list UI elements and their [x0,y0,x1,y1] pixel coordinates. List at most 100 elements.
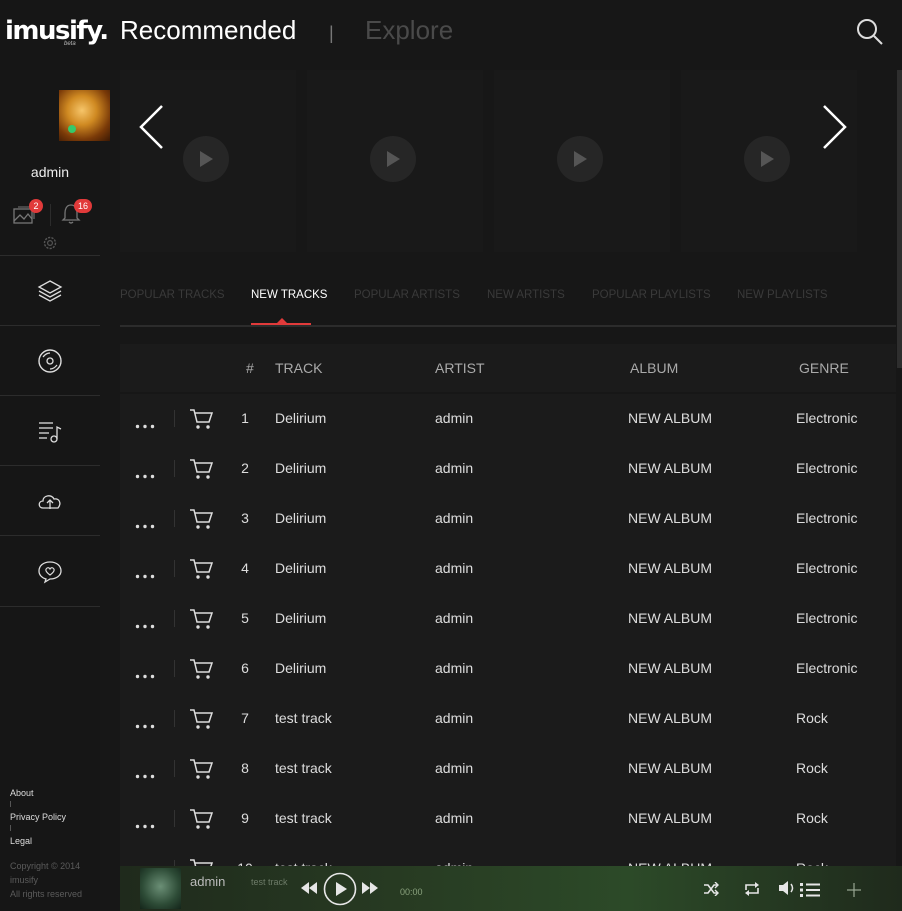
more-options-icon[interactable] [135,666,155,682]
search-icon[interactable] [855,17,885,52]
track-album[interactable]: NEW ALBUM [628,560,712,576]
player-cover-art[interactable] [140,868,181,909]
nav-item-music[interactable] [0,325,100,396]
track-album[interactable]: NEW ALBUM [628,510,712,526]
track-artist[interactable]: admin [435,460,473,476]
track-album[interactable]: NEW ALBUM [628,710,712,726]
track-title[interactable]: test track [275,710,332,726]
track-album[interactable]: NEW ALBUM [628,760,712,776]
track-artist[interactable]: admin [435,560,473,576]
carousel-item[interactable] [120,70,296,252]
rewind-icon[interactable] [300,881,318,900]
tab-popular-tracks[interactable]: POPULAR TRACKS [120,289,225,301]
carousel-item[interactable] [494,70,670,252]
avatar[interactable] [59,90,110,141]
username[interactable]: admin [0,164,100,180]
carousel-item[interactable] [681,70,857,252]
header-track[interactable]: TRACK [275,360,322,376]
cart-icon[interactable] [189,558,214,583]
tab-popular-playlists[interactable]: POPULAR PLAYLISTS [592,289,711,301]
carousel-prev-arrow-icon[interactable] [138,104,166,155]
cart-icon[interactable] [189,608,214,633]
play-pause-button[interactable] [323,872,357,911]
volume-icon[interactable] [778,880,796,901]
table-row[interactable]: 1 Delirium admin NEW ALBUM Electronic [120,394,896,444]
shuffle-icon[interactable] [703,881,719,901]
more-options-icon[interactable] [135,416,155,432]
about-link[interactable]: About [10,788,66,812]
track-album[interactable]: NEW ALBUM [628,610,712,626]
nav-item-favorites[interactable] [0,535,100,607]
privacy-policy-link[interactable]: Privacy Policy [10,812,66,836]
track-artist[interactable]: admin [435,610,473,626]
table-row[interactable]: 2 Delirium admin NEW ALBUM Electronic [120,444,896,494]
nav-item-upload[interactable] [0,465,100,536]
track-title[interactable]: Delirium [275,560,326,576]
tab-new-tracks[interactable]: NEW TRACKS [251,289,327,301]
more-options-icon[interactable] [135,516,155,532]
fast-forward-icon[interactable] [361,881,379,900]
repeat-icon[interactable] [744,882,760,901]
cart-icon[interactable] [189,708,214,733]
more-options-icon[interactable] [135,566,155,582]
track-album[interactable]: NEW ALBUM [628,460,712,476]
track-title[interactable]: Delirium [275,610,326,626]
player-artist[interactable]: admin [190,874,225,889]
track-artist[interactable]: admin [435,760,473,776]
cart-icon[interactable] [189,808,214,833]
app-logo[interactable]: imusify. [5,16,109,46]
track-title[interactable]: Delirium [275,510,326,526]
plus-icon[interactable] [847,883,861,902]
cart-icon[interactable] [189,458,214,483]
carousel-next-arrow-icon[interactable] [820,104,848,155]
table-row[interactable]: 8 test track admin NEW ALBUM Rock [120,744,896,794]
header-num[interactable]: # [246,360,254,376]
track-title[interactable]: test track [275,810,332,826]
legal-link[interactable]: Legal [10,836,66,860]
more-options-icon[interactable] [135,616,155,632]
cart-icon[interactable] [189,508,214,533]
queue-list-icon[interactable] [800,882,820,903]
table-row[interactable]: 3 Delirium admin NEW ALBUM Electronic [120,494,896,544]
table-row[interactable]: 9 test track admin NEW ALBUM Rock [120,794,896,844]
carousel-item[interactable] [307,70,483,252]
play-button[interactable] [183,136,229,182]
tab-explore[interactable]: Explore [365,15,453,46]
tab-new-playlists[interactable]: NEW PLAYLISTS [737,289,828,301]
player-track-title[interactable]: test track [251,877,288,887]
track-artist[interactable]: admin [435,710,473,726]
track-artist[interactable]: admin [435,660,473,676]
track-title[interactable]: Delirium [275,410,326,426]
track-album[interactable]: NEW ALBUM [628,660,712,676]
play-button[interactable] [370,136,416,182]
cart-icon[interactable] [189,658,214,683]
track-title[interactable]: test track [275,760,332,776]
nav-item-browse[interactable] [0,255,100,326]
more-options-icon[interactable] [135,766,155,782]
tab-popular-artists[interactable]: POPULAR ARTISTS [354,289,460,301]
cart-icon[interactable] [189,758,214,783]
table-row[interactable]: 5 Delirium admin NEW ALBUM Electronic [120,594,896,644]
gear-icon[interactable] [42,235,58,256]
nav-item-playlists[interactable] [0,395,100,466]
track-title[interactable]: Delirium [275,660,326,676]
track-artist[interactable]: admin [435,410,473,426]
track-artist[interactable]: admin [435,510,473,526]
tab-recommended[interactable]: Recommended [120,15,296,46]
page-scrollbar-thumb[interactable] [897,70,902,368]
header-album[interactable]: ALBUM [630,360,678,376]
track-album[interactable]: NEW ALBUM [628,810,712,826]
table-row[interactable]: 4 Delirium admin NEW ALBUM Electronic [120,544,896,594]
table-row[interactable]: 7 test track admin NEW ALBUM Rock [120,694,896,744]
header-artist[interactable]: ARTIST [435,360,485,376]
table-row[interactable]: 6 Delirium admin NEW ALBUM Electronic [120,644,896,694]
track-artist[interactable]: admin [435,810,473,826]
tab-new-artists[interactable]: NEW ARTISTS [487,289,565,301]
more-options-icon[interactable] [135,816,155,832]
track-title[interactable]: Delirium [275,460,326,476]
header-genre[interactable]: GENRE [799,360,849,376]
more-options-icon[interactable] [135,466,155,482]
track-album[interactable]: NEW ALBUM [628,410,712,426]
play-button[interactable] [744,136,790,182]
play-button[interactable] [557,136,603,182]
